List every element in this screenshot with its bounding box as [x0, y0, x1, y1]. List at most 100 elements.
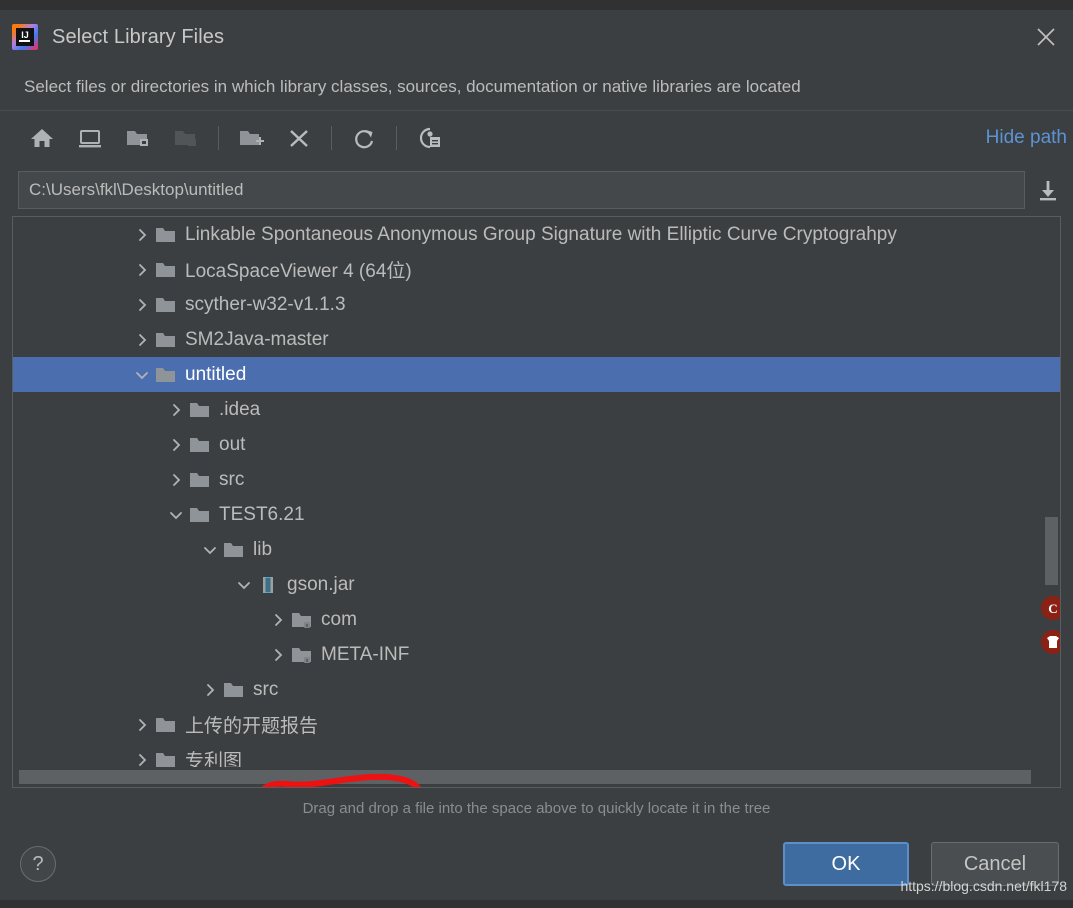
dialog-footer: ? OK Cancel https://blog.csdn.net/fkl178	[0, 828, 1073, 900]
tree-row-label: META-INF	[321, 643, 410, 665]
drag-drop-hint: Drag and drop a file into the space abov…	[302, 799, 771, 817]
tree-row-label: out	[219, 433, 246, 455]
refresh-icon[interactable]	[344, 121, 384, 155]
chevron-right-icon[interactable]	[267, 637, 289, 672]
chevron-right-icon[interactable]	[131, 287, 153, 322]
dialog-title: Select Library Files	[52, 25, 225, 48]
tree-vertical-scrollbar[interactable]	[1045, 517, 1058, 787]
folder-icon	[187, 392, 213, 427]
folder-icon	[221, 532, 247, 567]
tree-vertical-scroll-thumb[interactable]	[1045, 517, 1058, 585]
tree-row[interactable]: lib	[13, 532, 1060, 567]
tree-row[interactable]: untitled	[13, 357, 1060, 392]
toolbar-separator	[396, 125, 397, 150]
folder-icon	[153, 322, 179, 357]
desktop-icon[interactable]	[70, 121, 110, 155]
tree-horizontal-scroll-thumb[interactable]	[19, 770, 1031, 784]
folder-icon	[153, 357, 179, 392]
tree-row[interactable]: Linkable Spontaneous Anonymous Group Sig…	[13, 217, 1060, 252]
chevron-down-icon[interactable]	[165, 497, 187, 532]
folder-icon	[153, 707, 179, 742]
chevron-right-icon[interactable]	[267, 602, 289, 637]
new-folder-icon[interactable]	[231, 121, 271, 155]
show-hidden-icon[interactable]	[409, 121, 449, 155]
folder-icon	[187, 497, 213, 532]
tree-row-label: gson.jar	[287, 573, 355, 595]
module-folder-icon	[166, 121, 206, 155]
file-tree-panel: Linkable Spontaneous Anonymous Group Sig…	[12, 216, 1061, 788]
chevron-right-icon[interactable]	[131, 217, 153, 252]
chevron-down-icon[interactable]	[131, 357, 153, 392]
chevron-right-icon[interactable]	[131, 322, 153, 357]
folder-icon	[153, 252, 179, 287]
tree-row-label: .idea	[219, 398, 261, 420]
select-library-files-dialog: IJ Select Library Files Select files or …	[0, 0, 1073, 908]
dialog-title-bar: IJ Select Library Files	[0, 10, 1073, 64]
tree-row[interactable]: src	[13, 462, 1060, 497]
tree-row-label: com	[321, 608, 357, 630]
folder-icon	[221, 672, 247, 707]
tree-row-label: src	[253, 678, 279, 700]
chevron-right-icon[interactable]	[131, 742, 153, 767]
close-icon[interactable]	[1031, 22, 1061, 52]
intellij-logo-underline	[19, 40, 30, 42]
tree-row[interactable]: LocaSpaceViewer 4 (64位)	[13, 252, 1060, 287]
folder-icon	[187, 462, 213, 497]
toolbar-separator	[331, 125, 332, 150]
folder-icon	[153, 287, 179, 322]
tree-row[interactable]: 上传的开题报告	[13, 707, 1060, 742]
intellij-idea-logo-icon: IJ	[12, 24, 38, 50]
project-folder-icon[interactable]	[118, 121, 158, 155]
tree-row-label: lib	[253, 538, 273, 560]
chevron-right-icon[interactable]	[131, 707, 153, 742]
tree-row[interactable]: META-INF	[13, 637, 1060, 672]
window-bottom-strip	[0, 900, 1073, 908]
watermark-text: https://blog.csdn.net/fkl178	[900, 878, 1067, 894]
archive-folder-icon	[289, 602, 315, 637]
tree-row-label: TEST6.21	[219, 503, 305, 525]
intellij-logo-text: IJ	[21, 29, 29, 40]
jar-icon	[255, 567, 281, 602]
path-input[interactable]: C:\Users\fkl\Desktop\untitled	[18, 171, 1025, 209]
chevron-right-icon[interactable]	[165, 427, 187, 462]
folder-icon	[153, 742, 179, 767]
chevron-down-icon[interactable]	[233, 567, 255, 602]
chevron-right-icon[interactable]	[131, 252, 153, 287]
chevron-right-icon[interactable]	[165, 392, 187, 427]
tree-row[interactable]: .idea	[13, 392, 1060, 427]
tree-row-label: Linkable Spontaneous Anonymous Group Sig…	[185, 223, 897, 245]
file-tree[interactable]: Linkable Spontaneous Anonymous Group Sig…	[13, 217, 1060, 767]
tree-row[interactable]: src	[13, 672, 1060, 707]
chevron-down-icon[interactable]	[199, 532, 221, 567]
chevron-right-icon[interactable]	[199, 672, 221, 707]
help-button[interactable]: ?	[20, 846, 56, 882]
hide-path-link[interactable]: Hide path	[986, 127, 1067, 149]
tree-row[interactable]: gson.jar	[13, 567, 1060, 602]
tree-row[interactable]: com	[13, 602, 1060, 637]
tree-horizontal-scrollbar[interactable]	[13, 767, 1060, 787]
file-chooser-toolbar: Hide path	[0, 110, 1073, 164]
tree-row-label: SM2Java-master	[185, 328, 329, 350]
folder-icon	[153, 217, 179, 252]
tree-row-label: LocaSpaceViewer 4 (64位)	[185, 261, 412, 282]
tree-row[interactable]: SM2Java-master	[13, 322, 1060, 357]
download-arrow-icon[interactable]	[1029, 171, 1067, 209]
tree-row-label: untitled	[185, 363, 247, 385]
tree-row-label: src	[219, 468, 245, 490]
archive-folder-icon	[289, 637, 315, 672]
path-row: C:\Users\fkl\Desktop\untitled	[0, 164, 1073, 216]
tree-row[interactable]: 专利图	[13, 742, 1060, 767]
tree-row[interactable]: scyther-w32-v1.1.3	[13, 287, 1060, 322]
window-top-strip	[0, 0, 1073, 10]
tree-row-label: 上传的开题报告	[185, 716, 319, 737]
ok-button[interactable]: OK	[783, 842, 909, 886]
chevron-right-icon[interactable]	[165, 462, 187, 497]
tree-row[interactable]: out	[13, 427, 1060, 462]
folder-icon	[187, 427, 213, 462]
home-icon[interactable]	[22, 121, 62, 155]
tree-row-label: scyther-w32-v1.1.3	[185, 293, 346, 315]
tree-row-label: 专利图	[185, 751, 243, 767]
delete-icon[interactable]	[279, 121, 319, 155]
dialog-subtitle: Select files or directories in which lib…	[24, 77, 801, 96]
tree-row[interactable]: TEST6.21	[13, 497, 1060, 532]
